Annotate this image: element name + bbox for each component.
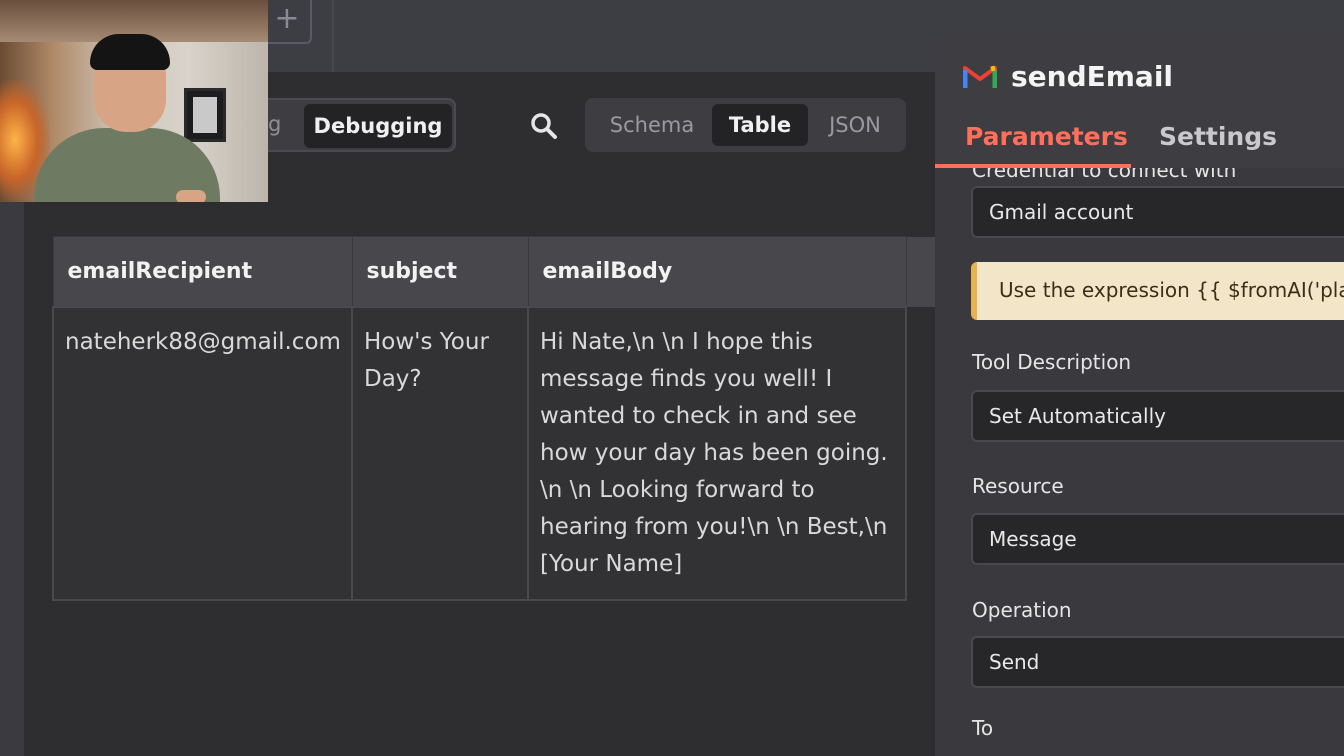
gmail-icon (963, 65, 997, 88)
webcam-person-hand (176, 190, 206, 202)
operation-select[interactable]: Send (971, 636, 1344, 688)
webcam-person-hair (90, 34, 170, 70)
table-cell: nateherk88@gmail.com (52, 305, 353, 601)
tab-parameters[interactable]: Parameters (965, 122, 1128, 151)
resource-label: Resource (972, 474, 1064, 498)
fromai-notice: Use the expression {{ $fromAI('plac (971, 262, 1344, 320)
to-label: To (972, 716, 994, 740)
tab-json[interactable]: JSON (809, 104, 901, 146)
debugging-mode-button[interactable]: Debugging (304, 104, 452, 148)
tool-description-select[interactable]: Set Automatically (971, 390, 1344, 442)
node-header: sendEmail Parameters Settings (935, 28, 1344, 168)
credential-select[interactable]: Gmail account (971, 186, 1344, 238)
tab-table[interactable]: Table (712, 104, 808, 146)
table-header-row: emailRecipient subject emailBody (52, 236, 935, 307)
mode-partial-label[interactable]: g (268, 112, 281, 136)
table-cell: How's Your Day? (351, 305, 529, 601)
output-table: emailRecipient subject emailBody nateher… (52, 236, 936, 601)
table-row: nateherk88@gmail.com How's Your Day? Hi … (52, 305, 935, 601)
column-header: emailRecipient (52, 236, 353, 307)
column-header: emailBody (527, 236, 907, 307)
table-cell: Hi Nate,\n \n I hope this message finds … (527, 305, 907, 601)
tool-description-label: Tool Description (972, 350, 1132, 374)
search-icon[interactable] (528, 110, 560, 142)
webcam-overlay (0, 0, 268, 202)
credential-label: Credential to connect with (972, 168, 1237, 182)
parameters-scroll-area[interactable]: Credential to connect with Gmail account… (935, 168, 1344, 756)
table-cell-spacer (906, 306, 935, 600)
topbar-divider (332, 0, 334, 72)
tab-settings[interactable]: Settings (1159, 122, 1277, 151)
tab-schema[interactable]: Schema (593, 104, 711, 146)
column-header-spacer (906, 236, 935, 307)
add-tab-button[interactable]: + (262, 0, 312, 44)
webcam-wall-frame (184, 88, 226, 142)
column-header: subject (351, 236, 529, 307)
resource-select[interactable]: Message (971, 513, 1344, 565)
node-title: sendEmail (1011, 60, 1174, 93)
node-parameters-panel: sendEmail Parameters Settings Credential… (935, 28, 1344, 756)
operation-label: Operation (972, 598, 1072, 622)
view-switch: Schema Table JSON (585, 98, 906, 152)
